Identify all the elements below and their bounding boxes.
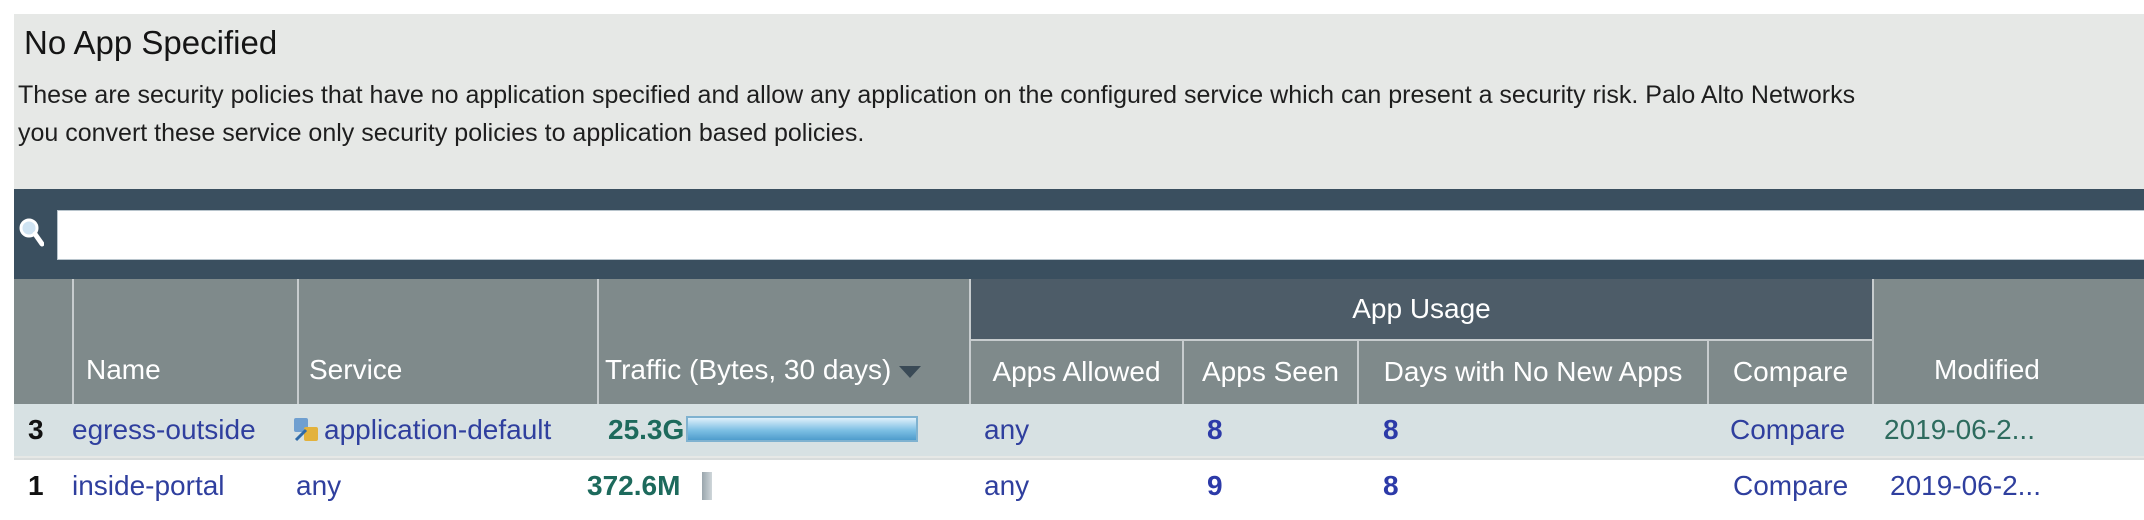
description-line-2: you convert these service only security …	[18, 119, 865, 147]
search-bar	[14, 189, 2144, 281]
modified-date: 2019-06-2...	[1884, 414, 2035, 445]
table-row[interactable]: 3 egress-outside application-default 25.…	[14, 404, 2144, 456]
compare-link[interactable]: Compare	[1733, 460, 1848, 509]
traffic-bar	[702, 472, 712, 500]
table-header: Name Service Traffic (Bytes, 30 days) Ap…	[14, 279, 2144, 404]
policy-name-link[interactable]: inside-portal	[72, 460, 225, 509]
header-traffic[interactable]: Traffic (Bytes, 30 days)	[597, 279, 969, 404]
apps-allowed-value[interactable]: any	[984, 404, 1029, 456]
sort-descending-icon[interactable]	[899, 365, 922, 378]
search-input[interactable]	[57, 210, 2144, 260]
row-rank: 3	[28, 414, 44, 445]
header-service-label: Service	[309, 354, 403, 385]
header-compare[interactable]: Compare	[1707, 339, 1872, 404]
days-no-new-apps-value: 8	[1383, 470, 1399, 501]
apps-seen-value[interactable]: 8	[1207, 404, 1223, 456]
header-traffic-label: Traffic (Bytes, 30 days)	[605, 354, 892, 385]
policy-panel: No App Specified These are security poli…	[14, 14, 2144, 509]
traffic-bar	[686, 416, 918, 442]
search-icon[interactable]	[18, 217, 44, 247]
service-label: any	[296, 470, 342, 501]
row-rank: 1	[28, 470, 44, 501]
policy-name-link[interactable]: egress-outside	[72, 404, 256, 456]
header-apps-seen[interactable]: Apps Seen	[1182, 339, 1357, 404]
traffic-value: 25.3G	[608, 414, 685, 445]
header-rank	[14, 279, 72, 404]
apps-seen-value[interactable]: 9	[1207, 460, 1223, 509]
service-cell[interactable]: application-default	[292, 404, 551, 456]
header-service[interactable]: Service	[297, 279, 597, 404]
header-apps-allowed[interactable]: Apps Allowed	[969, 339, 1182, 404]
header-modified[interactable]: Modified	[1872, 279, 2144, 404]
application-default-icon	[294, 417, 318, 441]
header-name[interactable]: Name	[72, 279, 297, 404]
modified-date: 2019-06-2...	[1890, 470, 2041, 501]
panel-description: These are security policies that have no…	[18, 76, 2144, 152]
app-usage-group-header: App Usage	[969, 279, 1872, 339]
apps-allowed-value[interactable]: any	[984, 460, 1029, 509]
header-days-no-new-apps[interactable]: Days with No New Apps	[1357, 339, 1707, 404]
panel-title: No App Specified	[24, 24, 278, 61]
days-no-new-apps-value: 8	[1383, 414, 1399, 445]
table-row[interactable]: 1 inside-portal any 372.6M any 9 8 Compa…	[14, 458, 2144, 509]
traffic-value: 372.6M	[587, 470, 681, 501]
header-name-label: Name	[86, 354, 161, 385]
header-modified-label: Modified	[1934, 354, 2040, 385]
service-label: application-default	[324, 414, 552, 445]
compare-link[interactable]: Compare	[1730, 404, 1845, 456]
description-line-1: These are security policies that have no…	[18, 81, 1856, 109]
